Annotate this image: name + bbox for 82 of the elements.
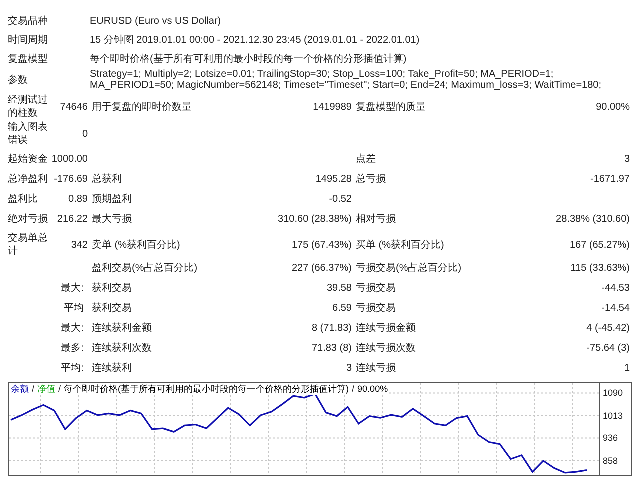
- stat-label: 起始资金: [8, 153, 49, 166]
- stat-label: 亏损交易(%占总百分比): [355, 262, 463, 276]
- stat-label: 获利交易: [91, 302, 133, 316]
- stat-label: 点差: [355, 152, 377, 167]
- stat-value: 310.60 (28.38%): [277, 213, 352, 227]
- axis-label: 1090: [603, 387, 624, 400]
- legend-item: 每个即时价格(基于所有可利用的最小时段的每一个价格的分形插值计算): [64, 383, 350, 395]
- row-caption: 最多:: [60, 342, 85, 356]
- stat-value: 28.38% (310.60): [555, 213, 630, 227]
- stat-value: 8 (71.83): [310, 322, 352, 336]
- field-label: 交易品种: [8, 14, 49, 29]
- stat-label: 连续亏损次数: [355, 342, 417, 356]
- stat-value: 167 (65.27%): [568, 238, 630, 252]
- row-caption: 最大:: [60, 282, 85, 296]
- stat-value: -44.53: [600, 282, 630, 296]
- stat-label: 连续获利金额: [91, 322, 153, 336]
- field-value: Strategy=1; Multiply=2; Lotsize=0.01; TrailingStop=30; Stop_Loss=100; Take_Profit=50; MA_PERIOD=1; MA_PERIOD1=50; MagicNumber=562148; Timeset="Timeset"; Start=0; End=24; Maximum_loss=3; WaitTime=180;: [90, 69, 602, 91]
- stat-label: 连续获利次数: [91, 342, 153, 356]
- stat-value: -75.64 (3): [586, 342, 630, 356]
- row-caption: 平均:: [60, 362, 85, 376]
- stat-value: 175 (67.43%): [290, 238, 352, 252]
- stat-label: 买单 (%获利百分比): [355, 238, 446, 252]
- stat-label: 卖单 (%获利百分比): [91, 238, 182, 252]
- stat-label: 复盘模型的质量: [355, 100, 427, 114]
- legend-separator: /: [58, 383, 62, 395]
- row-caption: 平均: [63, 302, 85, 316]
- stat-value: 342: [70, 238, 88, 252]
- stat-value: -0.52: [328, 193, 352, 207]
- stat-value: 1: [623, 362, 630, 376]
- legend-item: 净值: [38, 383, 56, 395]
- stat-value: 1000.00: [50, 153, 88, 167]
- stat-label: 输入图表错误: [8, 121, 49, 147]
- legend-item: 余额: [11, 383, 29, 395]
- stat-label: 相对亏损: [355, 212, 397, 227]
- stat-label: 连续获利: [91, 362, 133, 376]
- stat-value: 227 (66.37%): [290, 262, 352, 276]
- stat-label: 总获利: [91, 172, 123, 187]
- stat-value: 0.89: [68, 193, 88, 207]
- stat-value: 115 (33.63%): [570, 262, 630, 276]
- stat-label: 最大亏损: [91, 212, 133, 227]
- stat-value: 90.00%: [595, 100, 630, 114]
- stat-value: 216.22: [56, 213, 88, 227]
- stat-value: -14.54: [600, 302, 630, 316]
- axis-label: 936: [603, 432, 618, 444]
- stat-label: 连续亏损金额: [355, 322, 417, 336]
- legend-item: 90.00%: [358, 383, 388, 395]
- stat-value: 39.58: [326, 282, 352, 296]
- stat-label: 交易单总计: [8, 232, 49, 258]
- field-label: 时间周期: [8, 34, 49, 48]
- stat-value: 1419989: [312, 100, 352, 114]
- stat-value: 1495.28: [314, 173, 352, 187]
- stat-label: 总净盈利: [8, 173, 49, 186]
- stat-label: 绝对亏损: [8, 213, 49, 226]
- stat-value: -176.69: [53, 173, 88, 187]
- stat-value: 74646: [59, 100, 88, 114]
- stat-value: -1671.97: [590, 173, 630, 187]
- legend-separator: /: [32, 383, 35, 395]
- stat-label: 总亏损: [355, 172, 387, 187]
- row-caption: 最大:: [60, 322, 85, 336]
- stat-label: 亏损交易: [355, 282, 397, 296]
- field-value: 15 分钟图 2019.01.01 00:00 - 2021.12.30 23:45 (2019.01.01 - 2022.01.01): [90, 35, 421, 46]
- stat-label: 用于复盘的即时价数量: [91, 100, 193, 114]
- stat-label: 预期盈利: [91, 192, 133, 207]
- stat-value: 0: [81, 128, 88, 142]
- stat-label: 亏损交易: [355, 302, 397, 316]
- field-label: 复盘模型: [8, 52, 49, 67]
- axis-label: 1013: [603, 410, 624, 422]
- stat-value: 3: [623, 153, 630, 167]
- field-value: 每个即时价格(基于所有可利用的最小时段的每一个价格的分形插值计算): [90, 54, 408, 65]
- stat-label: 获利交易: [91, 282, 133, 296]
- field-label: 参数: [8, 74, 29, 88]
- field-value: EURUSD (Euro vs US Dollar): [90, 16, 222, 27]
- stat-value: 6.59: [332, 302, 352, 316]
- axis-label: 858: [603, 454, 618, 467]
- stat-label: 盈利比: [8, 193, 39, 206]
- stat-label: 盈利交易(%占总百分比): [91, 262, 199, 276]
- stat-value: 71.83 (8): [310, 342, 352, 356]
- stat-value: 3: [345, 362, 352, 376]
- stat-label: 经测试过的柱数: [8, 94, 49, 120]
- stat-label: 连续亏损: [355, 362, 397, 376]
- legend-separator: /: [352, 383, 355, 395]
- stat-value: 4 (-45.42): [586, 322, 630, 336]
